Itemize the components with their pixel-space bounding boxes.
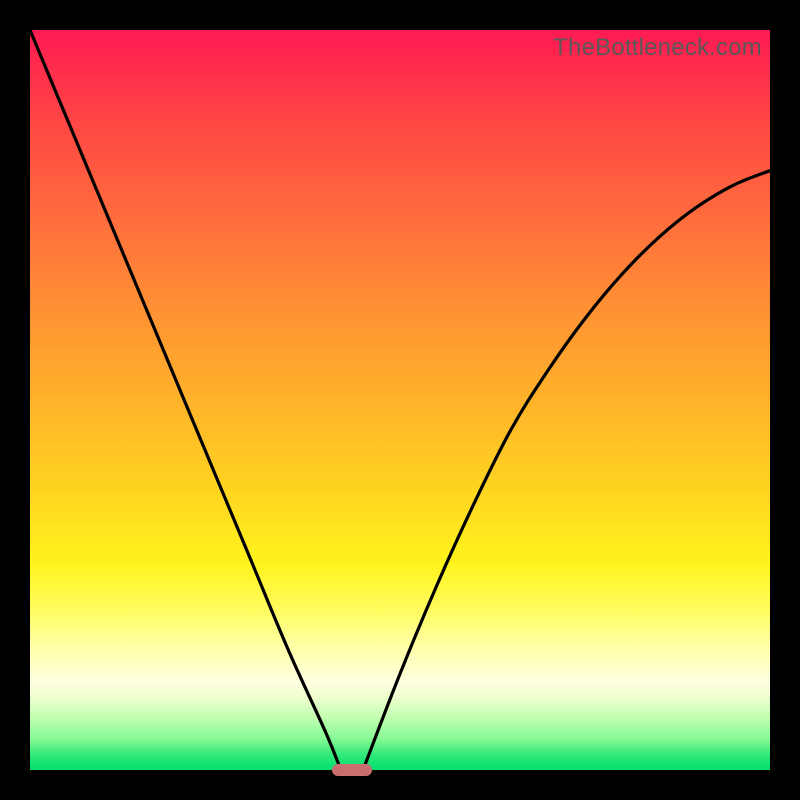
bottom-marker xyxy=(332,764,372,776)
curve-layer xyxy=(30,30,770,770)
chart-plot-area: TheBottleneck.com xyxy=(30,30,770,770)
chart-frame: TheBottleneck.com xyxy=(0,0,800,800)
right-curve-path xyxy=(363,171,770,770)
left-curve-path xyxy=(30,30,341,770)
